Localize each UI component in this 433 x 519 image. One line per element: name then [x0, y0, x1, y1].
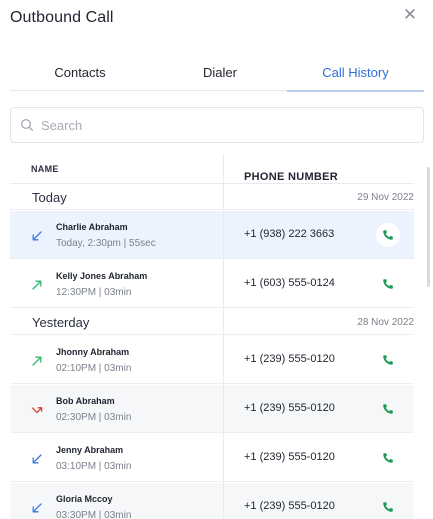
tab-dialer[interactable]: Dialer	[153, 65, 287, 91]
column-header-phone: PHONE NUMBER	[244, 171, 339, 183]
call-time-duration: 12:30PM | 03min	[56, 287, 132, 298]
table-row[interactable]: Gloria Mccoy 03:30PM | 03min +1 (239) 55…	[10, 483, 414, 519]
contact-name: Kelly Jones Abraham	[56, 271, 148, 281]
missed-call-arrow-icon	[31, 407, 43, 414]
contact-name: Jenny Abraham	[56, 445, 124, 455]
contact-name: Jhonny Abraham	[56, 347, 130, 357]
call-button[interactable]	[376, 495, 400, 519]
group-label: Today	[32, 190, 67, 205]
tab-bar: Contacts Dialer Call History	[10, 60, 424, 92]
group-date: 29 Nov 2022	[357, 192, 414, 203]
call-time-duration: 03:30PM | 03min	[56, 510, 132, 519]
call-button[interactable]	[376, 397, 400, 421]
contact-name: Bob Abraham	[56, 396, 115, 406]
outgoing-call-arrow-icon	[32, 280, 42, 290]
incoming-call-arrow-icon	[32, 503, 42, 513]
outbound-call-dialog: Outbound Call ✕ Contacts Dialer Call His…	[0, 0, 433, 519]
scrollbar[interactable]	[427, 167, 430, 287]
phone-number: +1 (239) 555-0120	[244, 353, 335, 365]
group-label: Yesterday	[32, 315, 90, 330]
call-button[interactable]	[376, 272, 400, 296]
phone-icon	[383, 502, 393, 512]
table-header: NAME PHONE NUMBER	[10, 154, 414, 184]
table-row[interactable]: Jhonny Abraham 02:10PM | 03min +1 (239) …	[10, 336, 414, 384]
table-row[interactable]: Kelly Jones Abraham 12:30PM | 03min +1 (…	[10, 260, 414, 308]
search-box	[10, 107, 424, 143]
call-time-duration: 03:10PM | 03min	[56, 461, 132, 472]
column-divider	[223, 154, 224, 519]
call-button[interactable]	[376, 223, 400, 247]
phone-number: +1 (239) 555-0120	[244, 451, 335, 463]
contact-name: Charlie Abraham	[56, 222, 128, 232]
table-row[interactable]: Jenny Abraham 03:10PM | 03min +1 (239) 5…	[10, 434, 414, 482]
close-icon[interactable]: ✕	[401, 6, 419, 24]
incoming-call-arrow-icon	[32, 231, 42, 241]
phone-icon	[383, 453, 393, 463]
search-input[interactable]	[41, 108, 411, 142]
phone-number: +1 (239) 555-0120	[244, 402, 335, 414]
call-time-duration: 02:10PM | 03min	[56, 363, 132, 374]
call-time-duration: 02:30PM | 03min	[56, 412, 132, 423]
phone-number: +1 (603) 555-0124	[244, 277, 335, 289]
phone-number: +1 (938) 222 3663	[244, 228, 335, 240]
phone-icon	[383, 404, 393, 414]
group-header-yesterday: Yesterday 28 Nov 2022	[10, 309, 414, 335]
call-button[interactable]	[376, 446, 400, 470]
call-button[interactable]	[376, 348, 400, 372]
search-icon	[21, 119, 34, 132]
phone-icon	[383, 355, 393, 365]
phone-number: +1 (239) 555-0120	[244, 500, 335, 512]
group-header-today: Today 29 Nov 2022	[10, 184, 414, 210]
group-date: 28 Nov 2022	[357, 317, 414, 328]
column-header-name: NAME	[31, 164, 59, 174]
call-history-table: NAME PHONE NUMBER Today 29 Nov 2022 Char…	[10, 154, 414, 519]
outgoing-call-arrow-icon	[32, 356, 42, 366]
table-row[interactable]: Charlie Abraham Today, 2:30pm | 55sec +1…	[10, 211, 414, 259]
call-time-duration: Today, 2:30pm | 55sec	[56, 238, 156, 249]
dialog-title: Outbound Call	[10, 9, 114, 26]
contact-name: Gloria Mccoy	[56, 494, 113, 504]
phone-icon	[383, 230, 393, 240]
tab-contacts[interactable]: Contacts	[10, 65, 150, 91]
table-row[interactable]: Bob Abraham 02:30PM | 03min +1 (239) 555…	[10, 385, 414, 433]
incoming-call-arrow-icon	[32, 454, 42, 464]
phone-icon	[383, 279, 393, 289]
tab-call-history[interactable]: Call History	[287, 65, 424, 92]
